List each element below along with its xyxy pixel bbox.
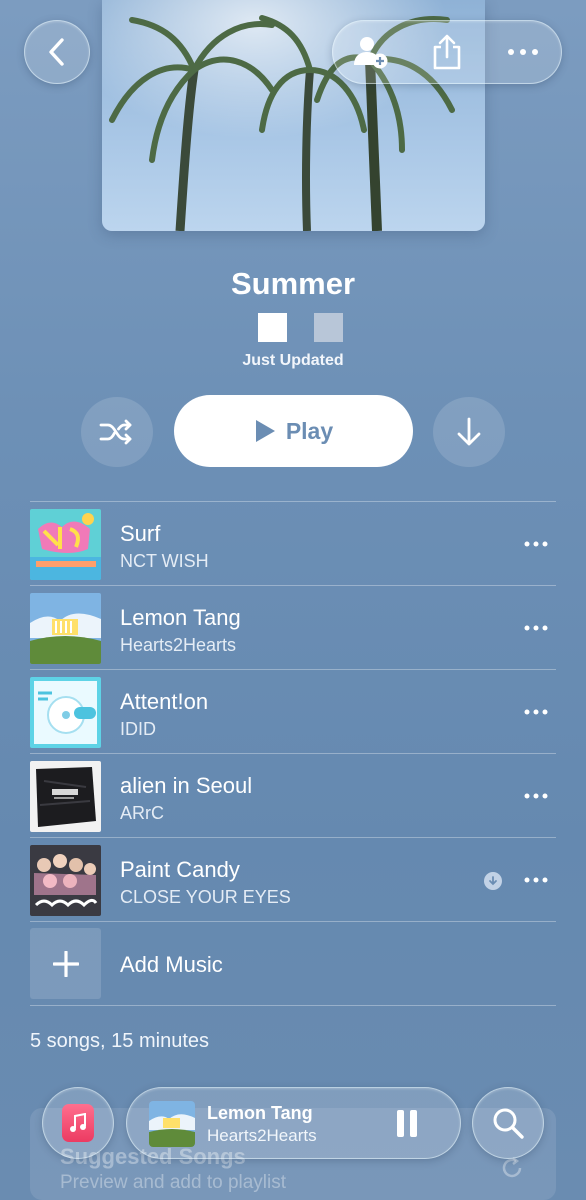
album-art bbox=[30, 509, 101, 580]
shuffle-icon bbox=[99, 419, 132, 445]
pause-icon bbox=[397, 1110, 404, 1137]
song-artist: CLOSE YOUR EYES bbox=[120, 887, 291, 907]
song-row[interactable]: alien in Seoul ARrC bbox=[30, 754, 556, 837]
pause-button[interactable] bbox=[397, 1110, 419, 1138]
song-title: Surf bbox=[120, 521, 161, 546]
song-row[interactable]: Lemon Tang Hearts2Hearts bbox=[30, 586, 556, 669]
album-art bbox=[30, 677, 101, 748]
now-playing-title: Lemon Tang bbox=[207, 1103, 313, 1123]
song-title: Attent!on bbox=[120, 689, 209, 714]
now-playing-art bbox=[149, 1101, 195, 1147]
add-music-tile[interactable] bbox=[30, 928, 101, 999]
shuffle-button[interactable] bbox=[81, 397, 153, 467]
top-actions-group bbox=[332, 20, 562, 84]
refresh-icon bbox=[502, 1157, 522, 1178]
music-note-icon bbox=[70, 1113, 86, 1132]
music-app-icon bbox=[62, 1104, 94, 1142]
playlist-title: Summer bbox=[230, 266, 356, 301]
song-more-button[interactable] bbox=[522, 700, 550, 724]
pause-icon bbox=[410, 1110, 417, 1137]
more-icon bbox=[524, 793, 548, 799]
downloaded-indicator bbox=[484, 872, 502, 890]
plus-icon bbox=[52, 950, 79, 977]
add-music-label: Add Music bbox=[120, 952, 223, 977]
more-icon bbox=[508, 49, 538, 55]
more-icon bbox=[524, 625, 548, 631]
music-library-button[interactable] bbox=[42, 1087, 114, 1159]
back-button[interactable] bbox=[24, 20, 90, 84]
song-more-button[interactable] bbox=[522, 868, 550, 892]
download-arrow-icon bbox=[457, 417, 481, 446]
song-title: Paint Candy bbox=[120, 857, 240, 882]
share-button[interactable] bbox=[417, 22, 477, 82]
more-icon bbox=[524, 709, 548, 715]
song-title: alien in Seoul bbox=[120, 773, 253, 798]
collaborator-avatar[interactable] bbox=[258, 313, 287, 342]
song-list: Surf NCT WISH Lemon Tang Hearts2Hearts A… bbox=[30, 501, 556, 1006]
suggested-subtitle: Preview and add to playlist bbox=[60, 1172, 287, 1193]
album-art bbox=[30, 761, 101, 832]
song-artist: Hearts2Hearts bbox=[120, 635, 237, 655]
more-options-button[interactable] bbox=[493, 22, 553, 82]
playlist-status: Just Updated bbox=[242, 352, 344, 369]
play-label: Play bbox=[285, 417, 334, 444]
collaborator-avatar[interactable] bbox=[314, 313, 343, 342]
song-more-button[interactable] bbox=[522, 532, 550, 556]
share-icon bbox=[433, 34, 461, 70]
playlist-summary: 5 songs, 15 minutes bbox=[30, 1030, 209, 1052]
now-playing-artist: Hearts2Hearts bbox=[207, 1126, 317, 1145]
album-art bbox=[30, 593, 101, 664]
song-artist: NCT WISH bbox=[120, 551, 209, 571]
search-button[interactable] bbox=[472, 1087, 544, 1159]
add-music-row[interactable]: Add Music bbox=[30, 922, 556, 1005]
mini-player[interactable]: Lemon Tang Hearts2Hearts bbox=[126, 1087, 461, 1159]
song-row[interactable]: Paint Candy CLOSE YOUR EYES bbox=[30, 838, 556, 921]
song-row[interactable]: Attent!on IDID bbox=[30, 670, 556, 753]
chevron-left-icon bbox=[49, 38, 64, 66]
add-collaborator-button[interactable] bbox=[341, 22, 401, 82]
divider bbox=[30, 1005, 556, 1006]
song-more-button[interactable] bbox=[522, 616, 550, 640]
play-icon bbox=[255, 420, 275, 442]
search-icon bbox=[493, 1108, 524, 1139]
song-artist: ARrC bbox=[120, 803, 164, 823]
download-button[interactable] bbox=[433, 397, 505, 467]
collaborator-avatars[interactable] bbox=[258, 313, 343, 342]
refresh-button[interactable] bbox=[500, 1156, 524, 1185]
song-artist: IDID bbox=[120, 719, 156, 739]
song-row[interactable]: Surf NCT WISH bbox=[30, 502, 556, 585]
song-more-button[interactable] bbox=[522, 784, 550, 808]
song-title: Lemon Tang bbox=[120, 605, 241, 630]
play-button[interactable]: Play bbox=[174, 395, 413, 467]
more-icon bbox=[524, 877, 548, 883]
more-icon bbox=[524, 541, 548, 547]
downloaded-arrow-icon bbox=[489, 876, 497, 886]
album-art bbox=[30, 845, 101, 916]
add-collaborator-icon bbox=[354, 37, 388, 69]
